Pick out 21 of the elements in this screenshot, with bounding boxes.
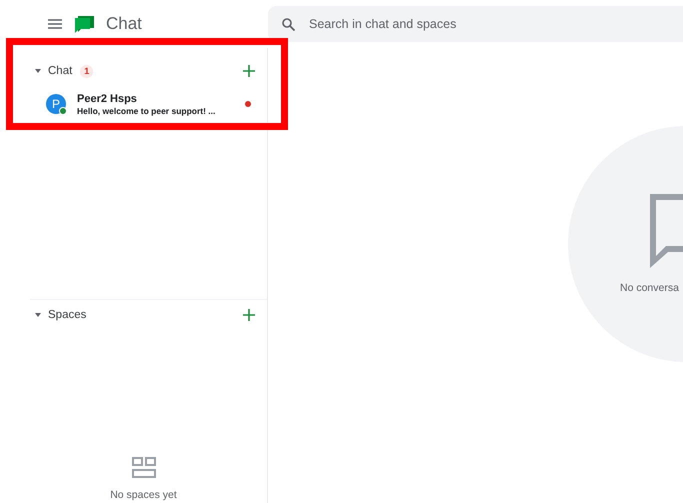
conversation-item[interactable]: P Peer2 Hsps Hello, welcome to peer support! ...: [0, 86, 267, 122]
search-icon: [282, 18, 295, 31]
spaces-icon: [132, 457, 156, 479]
search-field[interactable]: Search in chat and spaces: [268, 6, 683, 42]
empty-conversation-text: No conversa: [620, 282, 680, 294]
empty-spaces-text: No spaces yet: [110, 489, 177, 501]
app-title: Chat: [106, 14, 142, 34]
avatar: P: [46, 94, 66, 114]
new-chat-button[interactable]: [241, 63, 257, 79]
caret-icon[interactable]: [34, 311, 42, 319]
contact-name: Peer2 Hsps: [77, 92, 138, 104]
caret-icon[interactable]: [34, 67, 42, 75]
add-icon: [243, 309, 255, 321]
unread-count-badge: 1: [80, 64, 94, 78]
section-title[interactable]: Spaces: [48, 309, 86, 321]
new-space-button[interactable]: [241, 307, 257, 323]
menu-icon[interactable]: [48, 19, 62, 29]
chat-logo-icon: [74, 14, 96, 34]
section-title[interactable]: Chat: [48, 65, 72, 77]
message-preview: Hello, welcome to peer support! ...: [77, 106, 216, 116]
add-icon: [243, 65, 255, 77]
